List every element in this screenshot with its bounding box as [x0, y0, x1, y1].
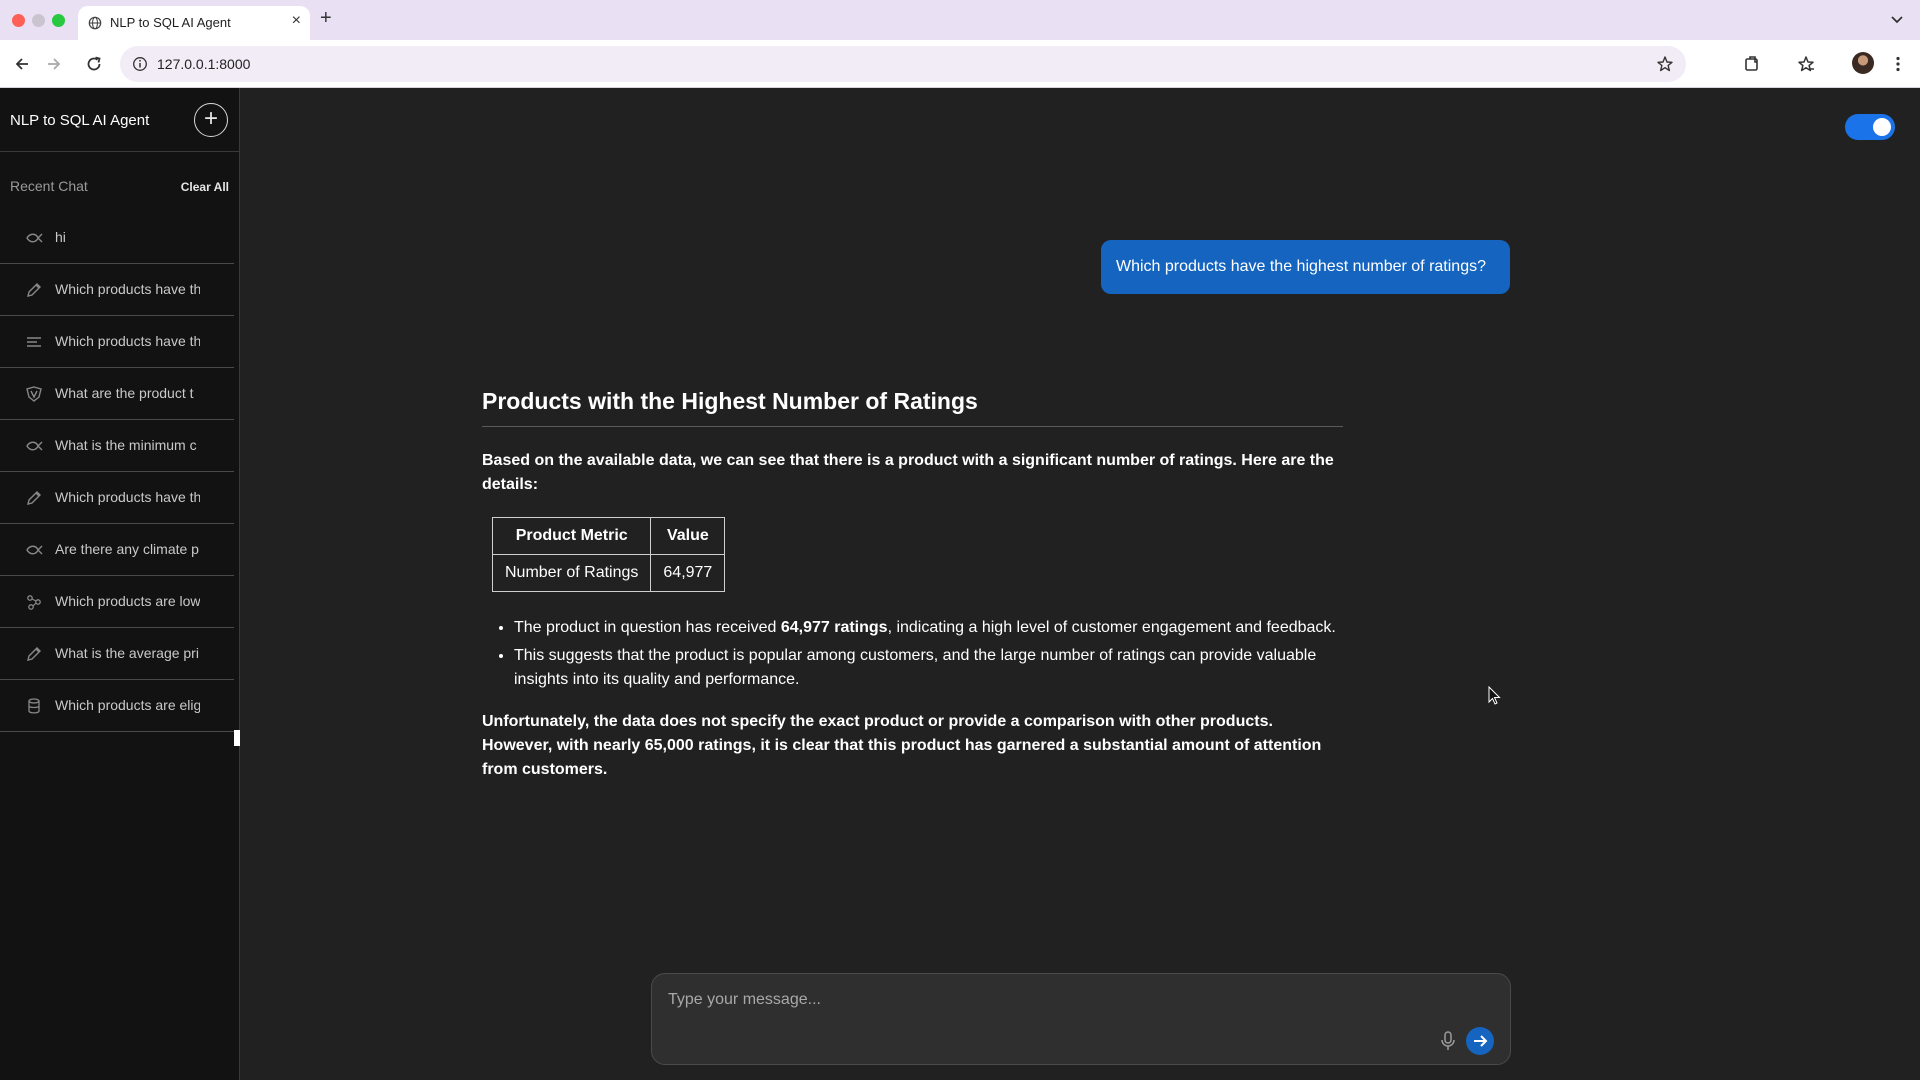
arrow-right-icon [1474, 1035, 1488, 1047]
toggle-knob [1873, 118, 1891, 136]
sidebar-chat-label: Which products are low [55, 593, 200, 609]
user-message-bubble: Which products have the highest number o… [1101, 240, 1510, 294]
forward-arrow-icon[interactable] [44, 54, 64, 74]
table-row: Number of Ratings 64,977 [491, 554, 726, 592]
sidebar-chat-item[interactable]: Which products are elig [0, 680, 234, 732]
tab-close-icon[interactable]: × [292, 13, 301, 29]
new-chat-button[interactable]: + [194, 103, 228, 137]
bullet-text: The product in question has received [514, 619, 781, 636]
bullet-text: This suggests that the product is popula… [514, 647, 1317, 688]
info-icon[interactable] [132, 56, 148, 72]
pencil-icon [27, 491, 41, 505]
sidebar-chat-item[interactable]: Which products have th [0, 264, 234, 316]
url-text[interactable]: 127.0.0.1:8000 [157, 56, 250, 72]
chat-main: Which products have the highest number o… [241, 88, 1920, 1080]
answer-heading: Products with the Highest Number of Rati… [482, 388, 1343, 427]
reload-icon[interactable] [84, 54, 104, 74]
chat-fish-icon [26, 545, 43, 555]
message-composer [651, 973, 1511, 1065]
sidebar-chat-item[interactable]: What is the average pri [0, 628, 234, 680]
plus-icon: + [203, 105, 218, 132]
sidebar-scrollbar[interactable] [234, 730, 240, 746]
back-arrow-icon[interactable] [12, 54, 32, 74]
chat-history-list: hi Which products have th Which products h… [0, 212, 234, 732]
list-icon [27, 337, 41, 347]
bullet-bold-text: 64,977 ratings [780, 619, 888, 636]
bullet-item: The product in question has received 64,… [514, 616, 1343, 640]
nodes-icon [27, 595, 41, 610]
sidebar-chat-label: hi [55, 229, 66, 245]
recent-chat-label: Recent Chat [10, 178, 88, 194]
minimize-window-button[interactable] [32, 14, 45, 27]
microphone-icon[interactable] [1438, 1030, 1458, 1052]
answer-bullets: The product in question has received 64,… [482, 616, 1343, 692]
sidebar-chat-item[interactable]: Which products are low [0, 576, 234, 628]
bookmark-star-icon[interactable] [1656, 55, 1674, 73]
bookmarks-icon[interactable] [1796, 54, 1816, 74]
profile-avatar[interactable] [1852, 52, 1874, 74]
mouse-cursor-icon [1488, 686, 1501, 705]
table-header-row: Product Metric Value [491, 517, 726, 555]
table-header-cell: Value [650, 517, 726, 555]
tab-title: NLP to SQL AI Agent [110, 15, 231, 30]
sidebar-chat-label: Which products are elig [55, 697, 200, 713]
sidebar-chat-item[interactable]: What is the minimum c [0, 420, 234, 472]
sidebar-chat-item[interactable]: Which products have th [0, 472, 234, 524]
table-header-cell: Product Metric [491, 517, 652, 555]
message-input[interactable] [668, 988, 1468, 1012]
close-window-button[interactable] [12, 14, 25, 27]
table-cell: Number of Ratings [491, 554, 652, 592]
table-cell: 64,977 [650, 554, 726, 592]
chevron-down-icon[interactable] [1888, 10, 1906, 28]
send-button[interactable] [1466, 1027, 1494, 1055]
sidebar-chat-item[interactable]: Which products have th [0, 316, 234, 368]
sidebar-header: NLP to SQL AI Agent + [0, 88, 240, 152]
chat-fish-icon [26, 441, 43, 451]
app-title: NLP to SQL AI Agent [10, 112, 150, 129]
answer-conclusion: Unfortunately, the data does not specify… [482, 713, 1322, 778]
answer-intro: Based on the available data, we can see … [482, 452, 1334, 493]
browser-toolbar: 127.0.0.1:8000 [0, 40, 1920, 88]
pencil-icon [27, 283, 41, 297]
clear-all-button[interactable]: Clear All [181, 180, 229, 194]
bullet-text: , indicating a high level of customer en… [887, 619, 1336, 636]
pencil-icon [27, 647, 41, 661]
sidebar-chat-label: Are there any climate p [55, 541, 199, 557]
maximize-window-button[interactable] [52, 14, 65, 27]
user-message-text: Which products have the highest number o… [1116, 258, 1486, 275]
globe-icon [88, 16, 102, 30]
sidebar-chat-label: What are the product t [55, 385, 194, 401]
browser-chrome: NLP to SQL AI Agent × + 127.0.0.1:8000 [0, 0, 1920, 88]
sidebar-chat-label: Which products have th [55, 281, 200, 297]
new-tab-button[interactable]: + [320, 8, 332, 28]
extensions-icon[interactable] [1742, 54, 1762, 74]
browser-tab[interactable]: NLP to SQL AI Agent × [78, 6, 310, 40]
chat-fish-icon [26, 233, 43, 243]
more-menu-icon[interactable] [1888, 54, 1908, 74]
sidebar-chat-item[interactable]: What are the product t [0, 368, 234, 420]
sidebar-chat-label: Which products have th [55, 333, 200, 349]
bullet-item: This suggests that the product is popula… [514, 644, 1343, 692]
sidebar-chat-label: Which products have th [55, 489, 200, 505]
database-icon [28, 698, 40, 714]
theme-toggle[interactable] [1845, 114, 1895, 140]
sidebar-chat-label: What is the average pri [55, 645, 199, 661]
sidebar: NLP to SQL AI Agent + Recent Chat Clear … [0, 88, 240, 1080]
sidebar-chat-label: What is the minimum c [55, 437, 197, 453]
tab-bar: NLP to SQL AI Agent × + [0, 0, 1920, 40]
sidebar-chat-item[interactable]: Are there any climate p [0, 524, 234, 576]
result-table: Product Metric Value Number of Ratings 6… [491, 517, 726, 592]
shield-icon [26, 386, 42, 402]
sidebar-chat-item[interactable]: hi [0, 212, 234, 264]
address-bar[interactable]: 127.0.0.1:8000 [120, 46, 1686, 82]
assistant-answer: Products with the Highest Number of Rati… [482, 388, 1343, 782]
